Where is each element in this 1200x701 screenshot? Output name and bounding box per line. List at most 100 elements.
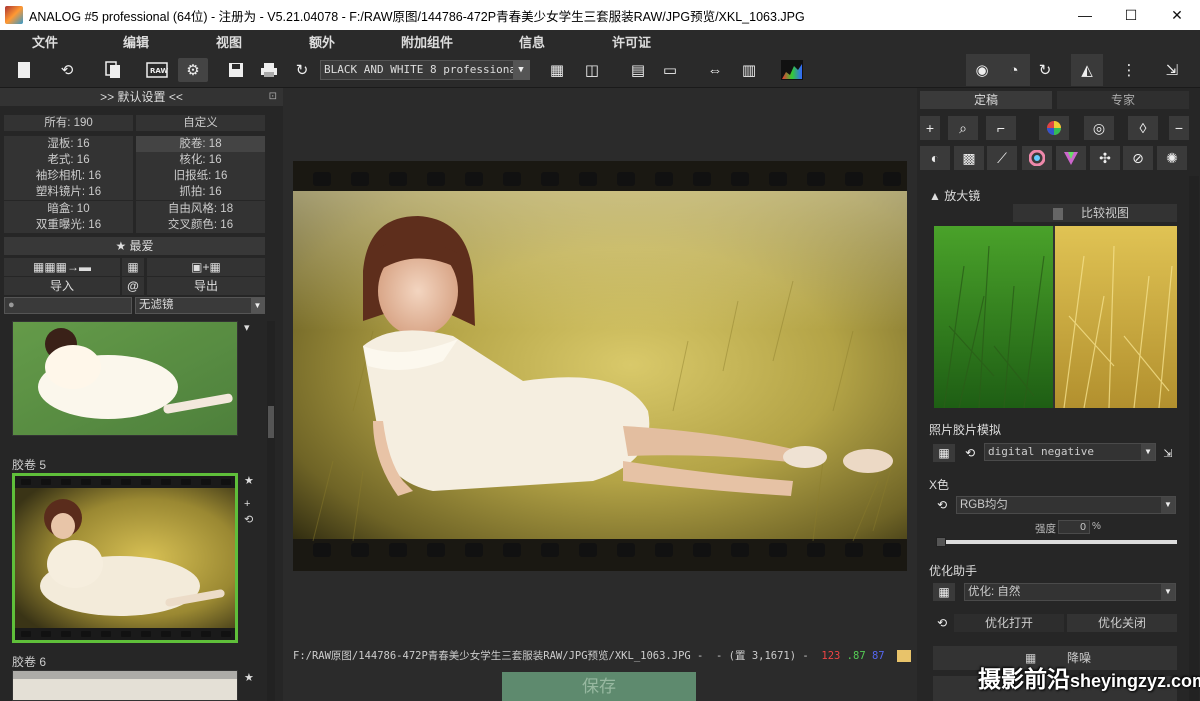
strength-slider-handle[interactable] <box>936 537 946 547</box>
filmstrip-icon[interactable]: ▭ <box>658 58 682 82</box>
rotate-icon[interactable]: ↻ <box>1033 58 1057 82</box>
menu-info[interactable]: 信息 <box>519 32 545 51</box>
category-all[interactable]: 所有: 190 <box>4 115 133 131</box>
minimize-button[interactable]: — <box>1062 0 1108 30</box>
preset-thumbnail-film6[interactable] <box>12 670 238 701</box>
vignette-icon[interactable]: ⊘ <box>1123 146 1153 170</box>
histogram-icon[interactable] <box>780 58 804 82</box>
optimize-off-button[interactable]: 优化关闭 <box>1067 614 1177 632</box>
favorites-button[interactable]: ★ 最爱 <box>4 237 265 255</box>
tab-final[interactable]: 定稿 <box>920 91 1052 109</box>
refresh-icon[interactable]: ⟲ <box>933 496 951 514</box>
presets-header-label[interactable]: >> 默认设置 << <box>100 90 183 104</box>
menu-extra[interactable]: 额外 <box>309 32 335 51</box>
search-input[interactable]: ● <box>4 297 132 314</box>
save-icon[interactable] <box>224 58 248 82</box>
thumb-scroll-icon[interactable]: ▾ <box>244 321 250 334</box>
preset-thumbnail-film5[interactable] <box>12 473 238 643</box>
optimize-select[interactable]: 优化: 自然 ▼ <box>964 583 1176 601</box>
preset-thumbnail-1[interactable] <box>12 321 238 436</box>
eye-icon[interactable]: ◉ <box>970 58 994 82</box>
magnifier-title[interactable]: ▲ 放大镜 <box>929 187 980 204</box>
reset-icon[interactable]: ⟲ <box>55 58 79 82</box>
category-newspaper[interactable]: 旧报纸: 16 <box>136 168 265 184</box>
category-pocket[interactable]: 袖珍相机: 16 <box>4 168 133 184</box>
pin-icon[interactable]: ⊡ <box>269 88 277 106</box>
split-view-icon[interactable]: ⋮ <box>1117 58 1141 82</box>
new-document-icon[interactable] <box>12 58 36 82</box>
add-icon[interactable]: + <box>920 116 940 140</box>
category-custom[interactable]: 自定义 <box>136 115 265 131</box>
open-image-icon[interactable]: ▤ <box>626 58 650 82</box>
drop-icon[interactable]: ◊ <box>1128 116 1158 140</box>
menu-license[interactable]: 许可证 <box>612 32 651 51</box>
scratch-icon[interactable]: ⟋ <box>987 146 1017 170</box>
menu-addons[interactable]: 附加组件 <box>401 32 453 51</box>
category-vintage[interactable]: 老式: 16 <box>4 152 133 168</box>
add-icon[interactable]: + <box>244 498 250 510</box>
menu-edit[interactable]: 编辑 <box>123 32 149 51</box>
layout-icon[interactable]: ▦ <box>545 58 569 82</box>
x-color-select[interactable]: RGB均匀 ▼ <box>956 496 1176 514</box>
info-icon[interactable]: ▥ <box>737 58 761 82</box>
copy-settings-icon[interactable] <box>101 58 125 82</box>
save-button[interactable]: 保存 <box>502 672 696 701</box>
presets-scrollbar[interactable] <box>267 321 275 701</box>
lens-icon[interactable]: ◎ <box>1084 116 1114 140</box>
color-wheel-icon[interactable] <box>1022 146 1052 170</box>
main-preview-image[interactable] <box>293 161 907 571</box>
optimize-on-button[interactable]: 优化打开 <box>954 614 1064 632</box>
category-film[interactable]: 胶卷: 18 <box>136 136 265 152</box>
maximize-button[interactable]: ☐ <box>1108 0 1154 30</box>
favorite-star-icon[interactable]: ★ <box>244 474 254 487</box>
grid-icon[interactable]: ▦ <box>122 258 144 276</box>
email-at-button[interactable]: @ <box>122 277 144 295</box>
grain-icon[interactable]: ▩ <box>954 146 984 170</box>
favorite-star-icon[interactable]: ★ <box>244 671 254 684</box>
category-snapshot[interactable]: 抓拍: 16 <box>136 184 265 200</box>
category-wetplate[interactable]: 湿板: 16 <box>4 136 133 152</box>
settings-scrollbar[interactable] <box>1189 176 1199 701</box>
export-arrow-icon[interactable]: ⇲ <box>1160 58 1184 82</box>
print-icon[interactable] <box>257 58 281 82</box>
compare-clock-icon[interactable]: ◔ <box>1002 58 1026 82</box>
preset-select[interactable]: BLACK AND WHITE 8 professional ▼ <box>320 60 530 80</box>
tone-icon[interactable]: ◐ <box>920 146 950 170</box>
export-icon[interactable]: ▣+▦ <box>147 258 265 276</box>
color-ball-icon[interactable] <box>1039 116 1069 140</box>
refresh-icon[interactable]: ⟲ <box>933 614 951 632</box>
category-plastic-lens[interactable]: 塑料镜片: 16 <box>4 184 133 200</box>
category-freestyle[interactable]: 自由风格: 18 <box>136 201 265 217</box>
fit-icon[interactable]: ⇔ <box>703 58 727 82</box>
close-button[interactable]: ✕ <box>1154 0 1200 30</box>
strength-slider[interactable] <box>936 540 1177 544</box>
preview-mode-icon[interactable]: ◫ <box>580 58 604 82</box>
export-button[interactable]: 导出 <box>147 277 265 295</box>
aperture-icon[interactable]: ✺ <box>1157 146 1187 170</box>
batch-gear-icon[interactable]: ⚙ <box>178 58 208 82</box>
refresh-icon[interactable]: ⟲ <box>961 444 979 462</box>
refresh-icon[interactable]: ⟲ <box>244 513 253 526</box>
minus-icon[interactable]: − <box>1169 116 1189 140</box>
flip-horizontal-icon[interactable]: ◭ <box>1075 58 1099 82</box>
raw-icon[interactable]: RAW <box>145 58 169 82</box>
category-darkbox[interactable]: 暗盒: 10 <box>4 201 133 217</box>
crop-icon[interactable]: ⌐ <box>986 116 1016 140</box>
nodes-icon[interactable]: ✣ <box>1090 146 1120 170</box>
prism-icon[interactable] <box>1056 146 1086 170</box>
share-icon[interactable]: ↻ <box>290 58 314 82</box>
category-double-exposure[interactable]: 双重曝光: 16 <box>4 217 133 233</box>
film-grid-icon[interactable]: ▦ <box>933 444 955 462</box>
film-select[interactable]: digital negative ▼ <box>984 443 1156 461</box>
film-export-icon[interactable]: ⇲ <box>1159 444 1177 462</box>
search-icon[interactable]: ⌕ <box>948 116 978 140</box>
category-cross-color[interactable]: 交叉颜色: 16 <box>136 217 265 233</box>
optimize-grid-icon[interactable]: ▦ <box>933 583 955 601</box>
import-button[interactable]: 导入 <box>4 277 120 295</box>
menu-file[interactable]: 文件 <box>32 32 58 51</box>
filter-select[interactable]: 无滤镜 ▼ <box>135 297 265 314</box>
compare-view-button[interactable]: 比较视图 <box>1013 204 1177 222</box>
import-icon[interactable]: ▦▦▦→▬ <box>4 258 120 276</box>
tab-expert[interactable]: 专家 <box>1057 91 1189 109</box>
category-nuclear[interactable]: 核化: 16 <box>136 152 265 168</box>
